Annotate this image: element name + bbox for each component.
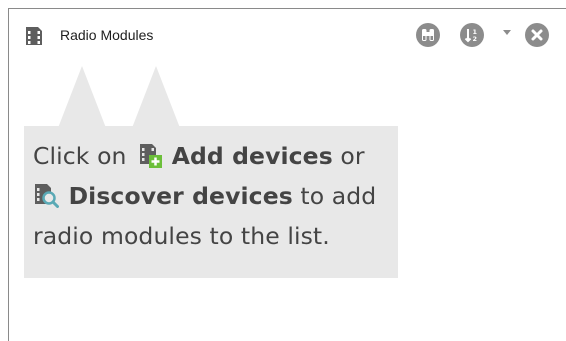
- panel-header: Radio Modules 1 2: [9, 9, 566, 63]
- discover-devices-label: Discover devices: [68, 182, 293, 210]
- radio-module-icon: [23, 25, 45, 47]
- panel-title: Radio Modules: [60, 27, 154, 43]
- help-suffix-2: radio modules to the list.: [33, 222, 330, 250]
- discover-device-icon: [33, 182, 59, 208]
- sort-icon[interactable]: 1 2: [460, 23, 484, 47]
- add-devices-label: Add devices: [171, 142, 333, 170]
- help-intro: Click on: [33, 142, 127, 170]
- add-device-icon: [136, 142, 163, 168]
- help-text: Click on Add devices or Discover devices…: [33, 136, 395, 256]
- help-suffix-1: to add: [300, 182, 377, 210]
- close-icon[interactable]: [525, 23, 549, 47]
- tooltip-pointer: [58, 66, 106, 128]
- sort-dropdown-caret[interactable]: [503, 30, 511, 35]
- tooltip-pointer: [132, 66, 180, 128]
- binoculars-icon[interactable]: [416, 23, 440, 47]
- svg-text:2: 2: [473, 35, 478, 43]
- help-or: or: [340, 142, 365, 170]
